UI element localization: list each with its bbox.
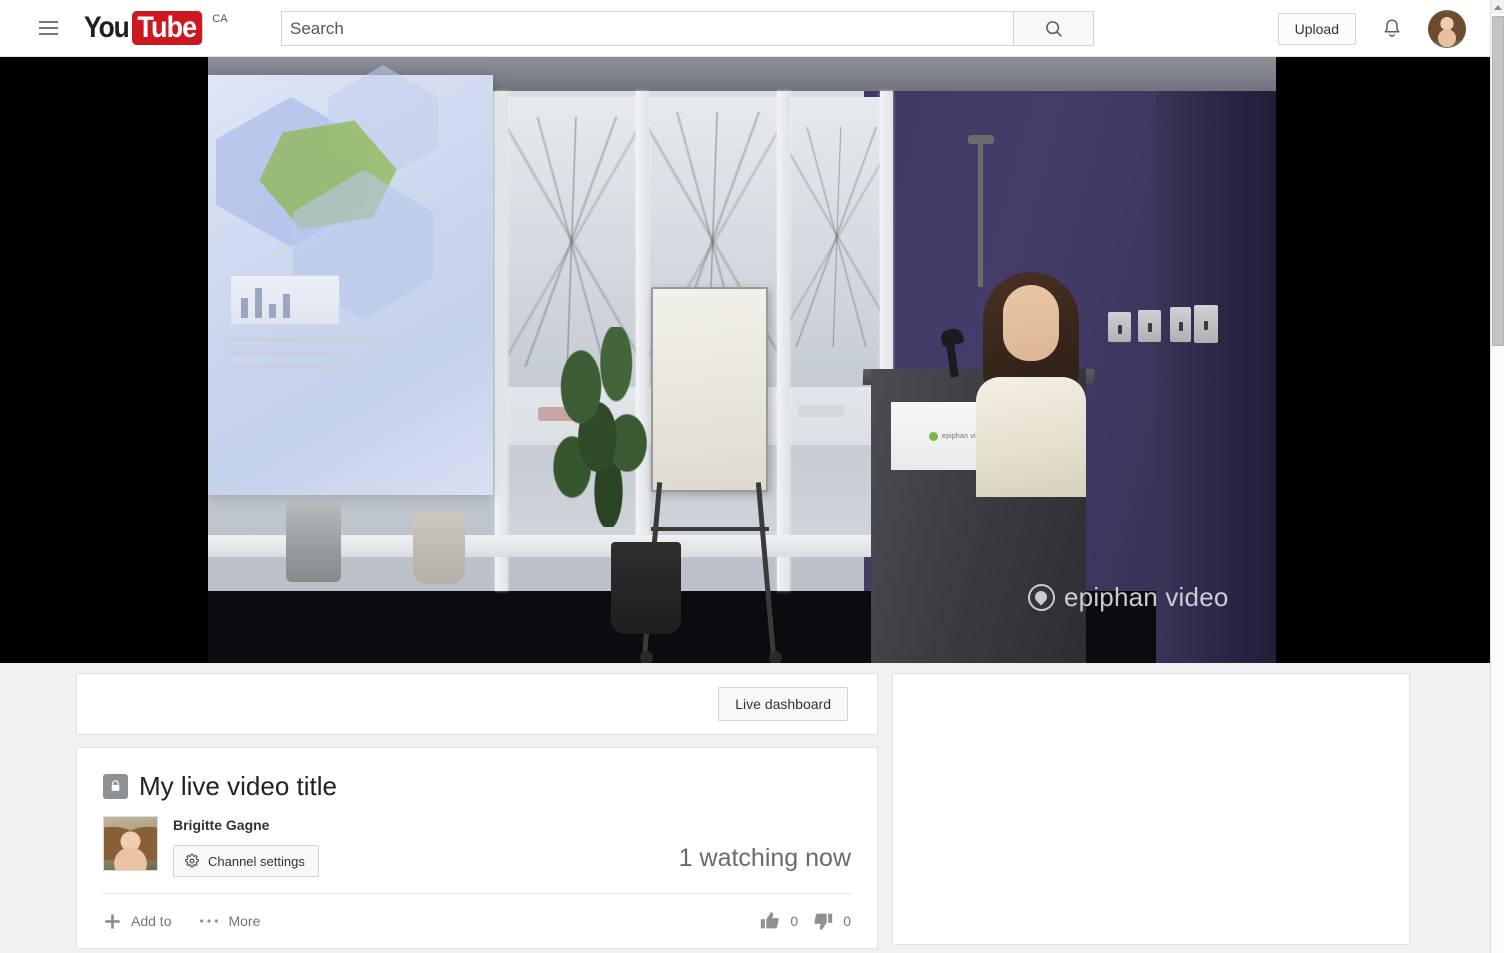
hamburger-menu-icon[interactable] xyxy=(31,11,65,45)
logo-you-text: You xyxy=(84,11,130,44)
add-to-button[interactable]: Add to xyxy=(103,912,171,931)
ratings-group: 0 0 xyxy=(759,910,851,932)
epiphan-logo-mark xyxy=(928,431,938,441)
plant-pot-large xyxy=(611,542,681,634)
speaker-face xyxy=(1003,285,1059,361)
add-to-label: Add to xyxy=(131,913,172,929)
watermark-text: epiphan video xyxy=(1064,582,1229,612)
live-dashboard-button[interactable]: Live dashboard xyxy=(718,687,848,721)
gear-icon xyxy=(185,853,199,868)
projection-screen xyxy=(208,65,493,495)
search-button[interactable] xyxy=(1014,11,1094,46)
content-area: Live dashboard My live video title Brigi… xyxy=(0,663,1490,953)
notifications-button[interactable] xyxy=(1377,14,1407,44)
logo-tube-text: Tube xyxy=(131,11,203,45)
scroll-up-arrow-icon[interactable] xyxy=(1491,0,1504,14)
video-player[interactable]: epiphan video epiphan video xyxy=(0,57,1490,663)
video-info-card: My live video title Brigitte Gagne Chann… xyxy=(76,747,878,949)
dislike-button[interactable]: 0 xyxy=(812,910,851,932)
live-dashboard-bar: Live dashboard xyxy=(76,673,878,735)
plant-pot-small xyxy=(413,512,465,584)
epiphan-watermark: epiphan video xyxy=(1028,582,1229,613)
search-bar xyxy=(281,11,1094,46)
thumbs-up-icon xyxy=(761,912,780,929)
privacy-badge xyxy=(103,773,128,799)
channel-settings-label: Channel settings xyxy=(208,853,305,869)
ellipsis-icon xyxy=(200,919,219,923)
page-scrollbar[interactable] xyxy=(1490,0,1504,953)
channel-meta: Brigitte Gagne Channel settings xyxy=(173,816,319,877)
video-scene: epiphan video epiphan video xyxy=(208,57,1276,663)
like-button[interactable]: 0 xyxy=(759,910,798,932)
lock-icon xyxy=(111,780,120,791)
like-count: 0 xyxy=(790,913,799,929)
more-button[interactable]: More xyxy=(199,913,260,929)
plus-icon xyxy=(105,913,120,929)
logo-country-code: CA xyxy=(212,13,228,25)
epiphan-logo-icon xyxy=(1028,584,1055,611)
channel-avatar[interactable] xyxy=(103,816,158,871)
video-frame: epiphan video epiphan video xyxy=(208,57,1276,663)
search-icon xyxy=(1045,20,1062,37)
speaker-body xyxy=(976,377,1086,497)
thumbs-down-icon xyxy=(814,913,833,930)
video-title-row: My live video title xyxy=(103,770,851,802)
channel-settings-button[interactable]: Channel settings xyxy=(173,845,319,877)
page-title: My live video title xyxy=(139,771,337,801)
primary-column: Live dashboard My live video title Brigi… xyxy=(76,673,878,949)
avatar[interactable] xyxy=(1428,9,1466,48)
channel-name[interactable]: Brigitte Gagne xyxy=(173,816,319,834)
upload-button[interactable]: Upload xyxy=(1277,12,1356,45)
bell-icon xyxy=(1384,18,1400,37)
dislike-count: 0 xyxy=(843,913,851,929)
live-chat-panel[interactable] xyxy=(892,673,1410,945)
search-input[interactable] xyxy=(281,11,1014,46)
youtube-live-page: You Tube CA Upload xyxy=(0,0,1504,953)
scrollbar-thumb[interactable] xyxy=(1492,16,1504,346)
flip-chart xyxy=(651,287,768,492)
masthead: You Tube CA Upload xyxy=(0,0,1490,57)
masthead-right-controls: Upload xyxy=(1277,0,1466,57)
viewer-count: 1 watching now xyxy=(678,844,851,872)
channel-owner-row: Brigitte Gagne Channel settings 1 watchi… xyxy=(103,816,851,894)
youtube-logo[interactable]: You Tube CA xyxy=(84,11,228,45)
waste-bin xyxy=(286,502,341,582)
video-actions-row: Add to More 0 0 xyxy=(103,894,851,948)
more-label: More xyxy=(228,913,261,929)
